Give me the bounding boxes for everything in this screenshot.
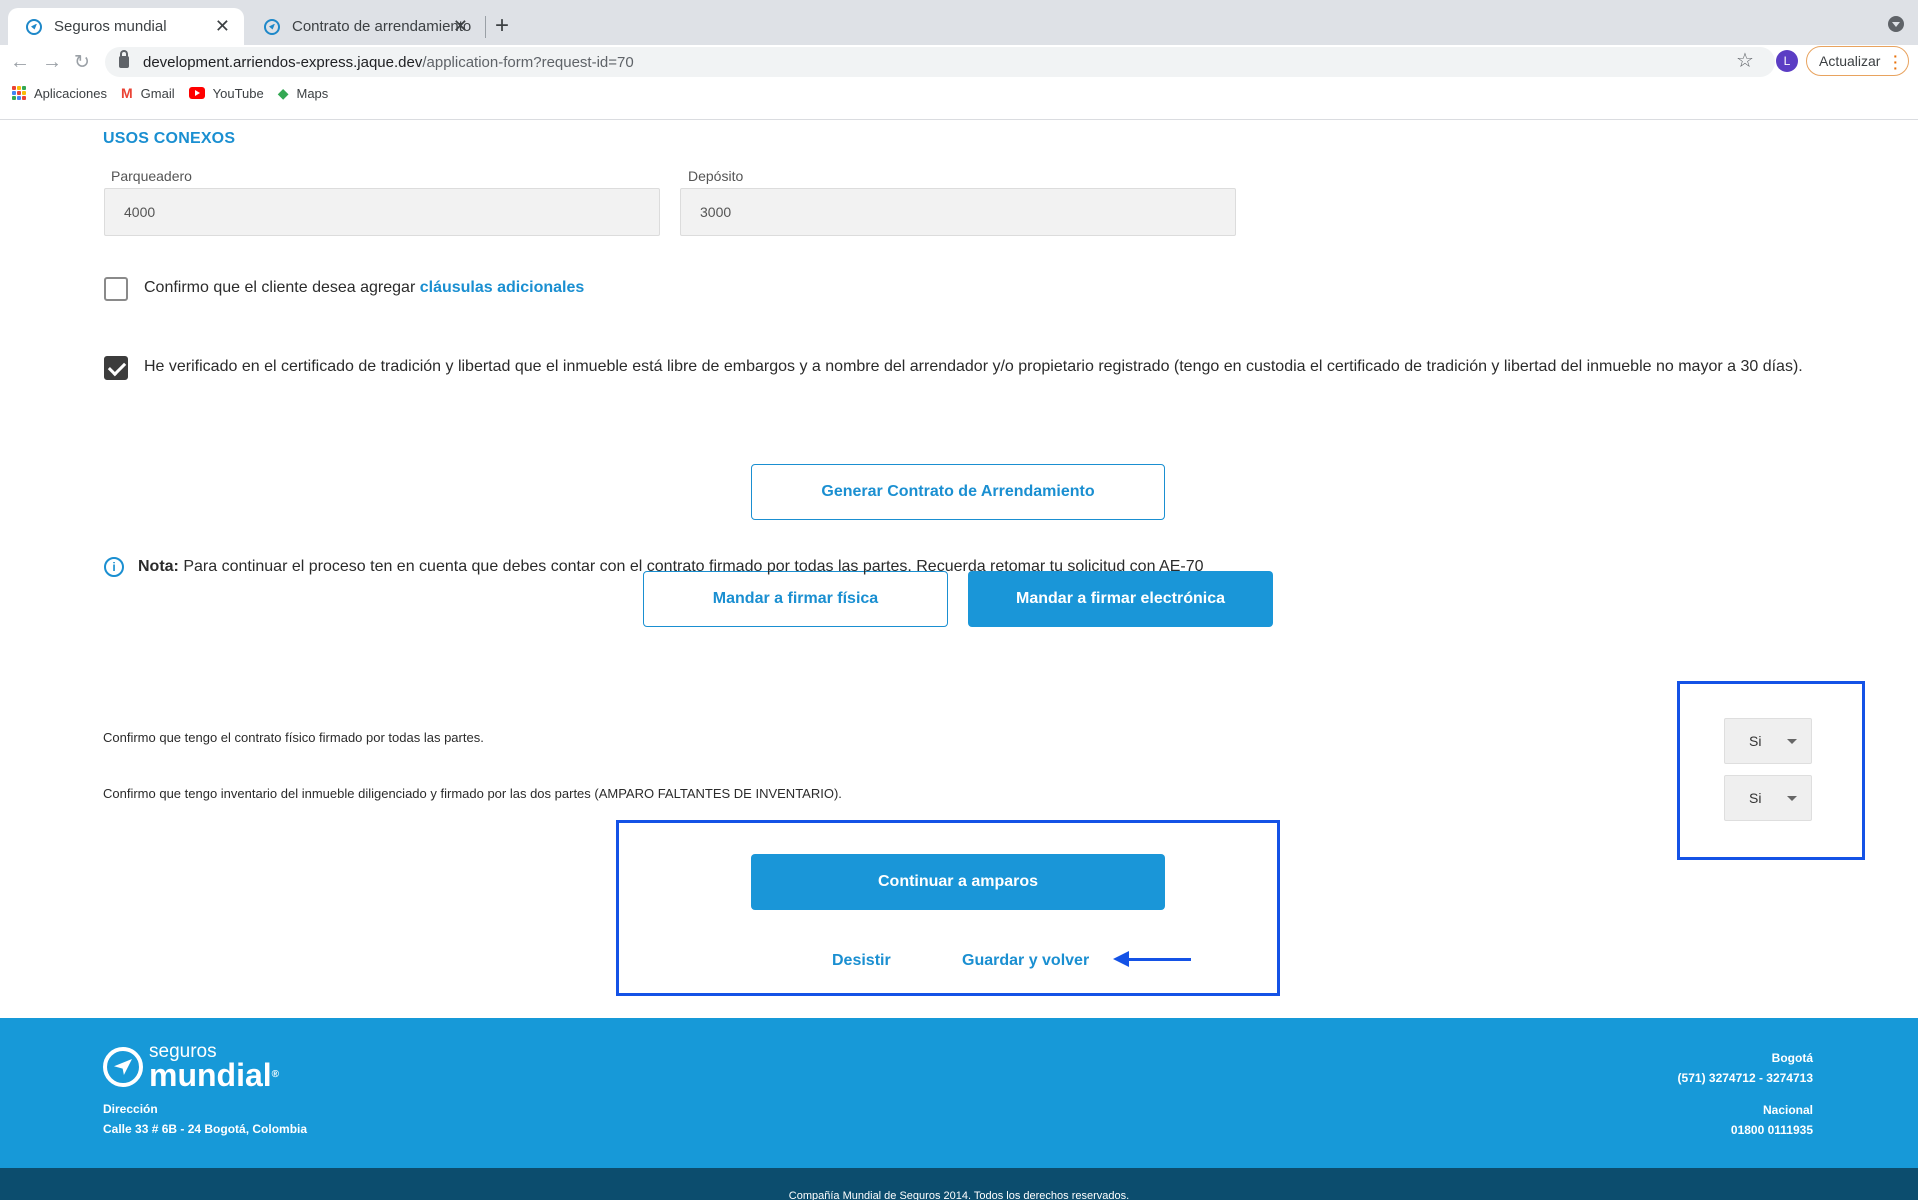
logo-plane-icon: [103, 1047, 143, 1087]
copyright-text: Compañía Mundial de Seguros 2014. Todos …: [788, 1190, 1130, 1202]
bookmarks-bar: Aplicaciones M Gmail YouTube ◆ Maps: [0, 82, 328, 104]
bookmark-youtube[interactable]: YouTube: [188, 85, 264, 101]
deposito-field[interactable]: 3000: [680, 188, 1236, 236]
url-host: development.arriendos-express.jaque.dev: [143, 53, 423, 71]
bookmark-label: Aplicaciones: [34, 85, 107, 101]
url-path: /application-form?request-id=70: [422, 53, 634, 71]
bogota-phones: (571) 3274712 - 3274713: [1677, 1071, 1813, 1085]
bookmark-gmail[interactable]: M Gmail: [121, 85, 175, 101]
tab-title: Contrato de arrendamiento: [292, 18, 472, 35]
continuar-amparos-button[interactable]: Continuar a amparos: [751, 854, 1165, 910]
bookmark-label: Maps: [296, 85, 329, 101]
tab-title: Seguros mundial: [54, 18, 167, 35]
apps-grid-icon: [12, 86, 26, 100]
site-favicon-icon: [264, 18, 280, 35]
deposito-label: Depósito: [688, 168, 744, 184]
direccion-label: Dirección: [103, 1102, 158, 1116]
clausulas-checkbox[interactable]: [104, 277, 128, 301]
parqueadero-field[interactable]: 4000: [104, 188, 660, 236]
bookmark-label: YouTube: [212, 85, 264, 101]
selects-highlight-box: [1677, 681, 1865, 860]
confirm-contrato-text: Confirmo que tengo el contrato físico fi…: [103, 730, 484, 745]
select-value: Si: [1749, 733, 1762, 749]
certificado-text: He verificado en el certificado de tradi…: [144, 358, 1803, 375]
bookmark-star-icon[interactable]: ☆: [1736, 48, 1754, 73]
logo-big-text: mundial: [149, 1057, 272, 1093]
tab-divider: [485, 16, 486, 38]
tab-seguros-mundial[interactable]: Seguros mundial ✕: [8, 8, 244, 45]
seguros-mundial-logo: seguros mundial®: [103, 1042, 280, 1093]
reload-icon[interactable]: ↻: [74, 51, 90, 74]
tab-search-chevron-icon[interactable]: [1888, 16, 1904, 32]
confirm-contrato-select[interactable]: Si: [1724, 718, 1812, 764]
generar-contrato-button[interactable]: Generar Contrato de Arrendamiento: [751, 464, 1165, 520]
logo-registered-mark: ®: [271, 1069, 280, 1080]
caret-down-icon: [1787, 796, 1797, 801]
confirm-inventario-text: Confirmo que tengo inventario del inmueb…: [103, 786, 842, 801]
lock-icon: [119, 50, 129, 68]
direccion-value: Calle 33 # 6B - 24 Bogotá, Colombia: [103, 1122, 308, 1136]
bookmark-apps[interactable]: Aplicaciones: [12, 86, 107, 101]
close-tab-icon[interactable]: ✕: [453, 16, 468, 37]
tab-contrato[interactable]: Contrato de arrendamiento ✕: [246, 8, 482, 45]
info-icon: i: [104, 557, 124, 577]
youtube-icon: [188, 87, 205, 99]
section-title: USOS CONEXOS: [103, 130, 236, 147]
close-tab-icon[interactable]: ✕: [215, 16, 230, 37]
nacional-label: Nacional: [1762, 1103, 1813, 1117]
clausulas-link[interactable]: cláusulas adicionales: [420, 279, 585, 296]
address-bar[interactable]: development.arriendos-express.jaque.dev /…: [105, 47, 1775, 77]
firmar-electronica-button[interactable]: Mandar a firmar electrónica: [968, 571, 1273, 627]
confirm-inventario-select[interactable]: Si: [1724, 775, 1812, 821]
desistir-link[interactable]: Desistir: [832, 952, 891, 970]
profile-avatar[interactable]: L: [1776, 50, 1798, 72]
arrow-shaft: [1127, 958, 1191, 961]
back-arrow-icon[interactable]: ←: [10, 51, 30, 74]
guardar-volver-link[interactable]: Guardar y volver: [962, 952, 1089, 970]
bogota-label: Bogotá: [1771, 1051, 1813, 1065]
footer: seguros mundial® Dirección Calle 33 # 6B…: [0, 1018, 1918, 1168]
note-bold: Nota:: [138, 558, 179, 575]
bookmark-maps[interactable]: ◆ Maps: [278, 85, 329, 102]
clausulas-text: Confirmo que el cliente desea agregar cl…: [144, 276, 584, 300]
clausulas-label: Confirmo que el cliente desea agregar: [144, 279, 416, 296]
note-text: Para continuar el proceso ten en cuenta …: [183, 558, 1204, 575]
forward-arrow-icon[interactable]: →: [42, 51, 62, 74]
update-button[interactable]: Actualizar · · ·: [1806, 46, 1909, 76]
browser-tab-bar: Seguros mundial ✕ Contrato de arrendamie…: [0, 0, 1918, 45]
copyright-bar: Compañía Mundial de Seguros 2014. Todos …: [0, 1168, 1918, 1202]
maps-pin-icon: ◆: [277, 84, 289, 101]
note-row: i Nota: Para continuar el proceso ten en…: [104, 557, 1204, 577]
bookmark-label: Gmail: [140, 85, 175, 101]
parqueadero-label: Parqueadero: [111, 168, 192, 184]
update-label: Actualizar: [1819, 53, 1881, 69]
firmar-fisica-button[interactable]: Mandar a firmar física: [643, 571, 948, 627]
gmail-icon: M: [121, 85, 133, 101]
certificado-checkbox[interactable]: [104, 356, 128, 380]
nacional-phone: 01800 0111935: [1730, 1123, 1813, 1137]
menu-kebab-icon: · · ·: [1893, 48, 1898, 76]
select-value: Si: [1749, 790, 1762, 806]
new-tab-plus-icon[interactable]: +: [495, 12, 509, 40]
caret-down-icon: [1787, 739, 1797, 744]
site-favicon-icon: [26, 18, 42, 35]
